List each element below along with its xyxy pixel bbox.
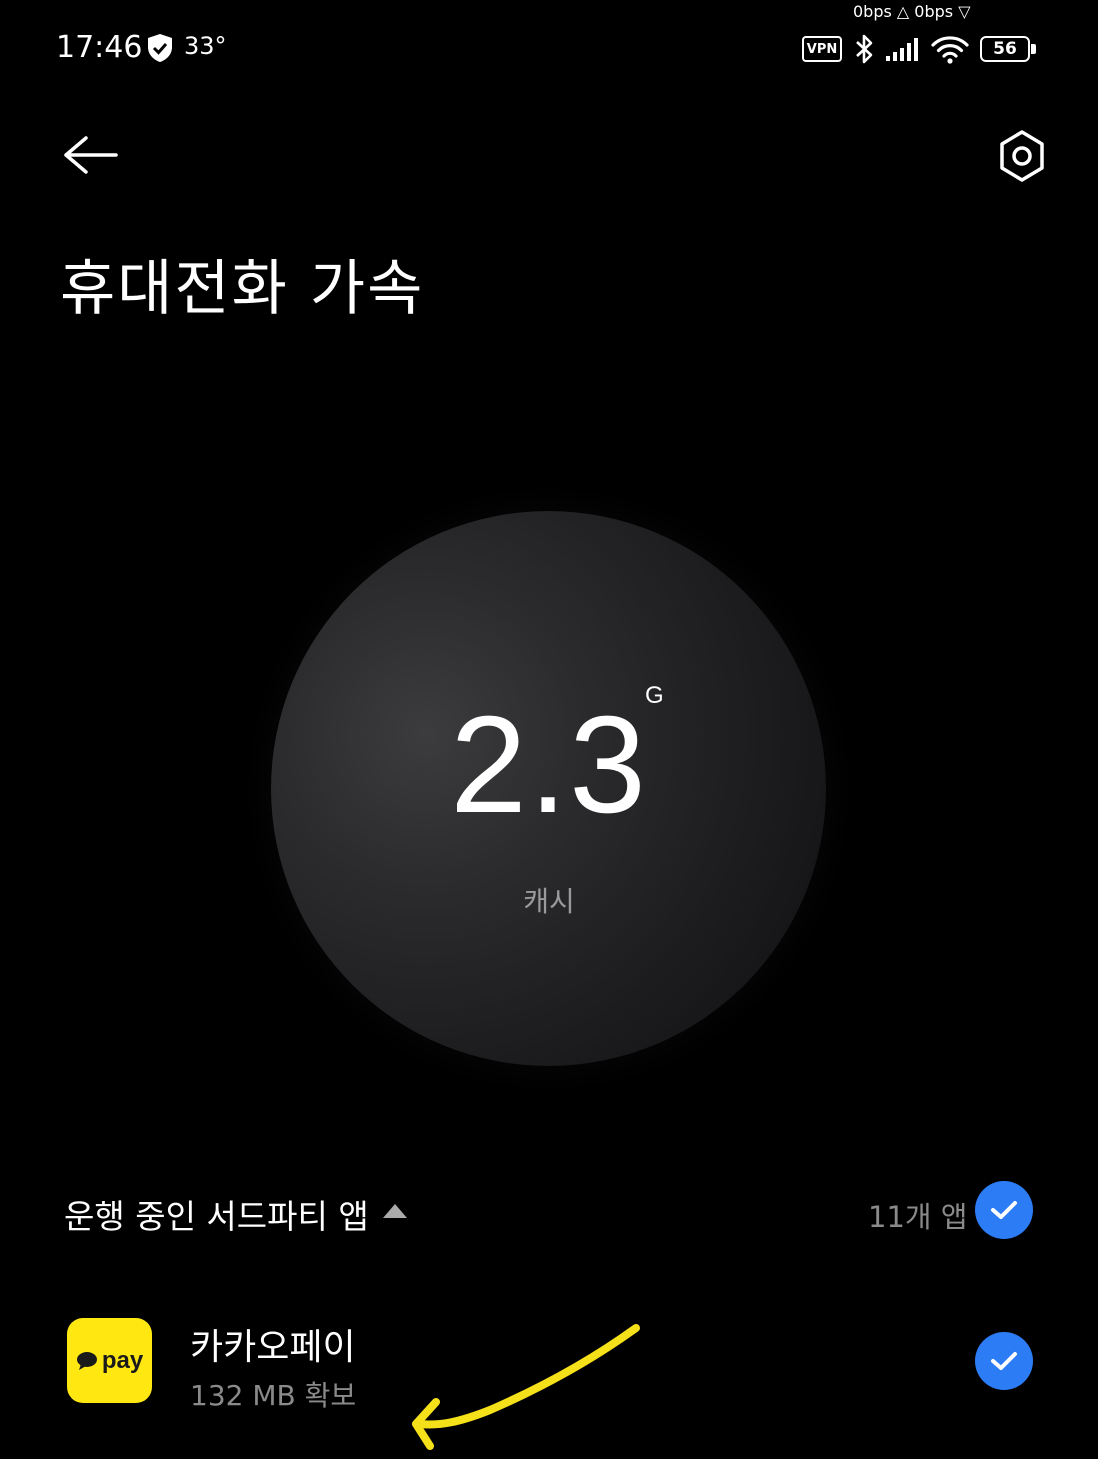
hexagon-settings-icon[interactable]: [994, 128, 1050, 184]
wifi-icon: [931, 36, 969, 64]
select-all-checkbox[interactable]: [975, 1181, 1033, 1239]
arrow-left-icon[interactable]: [60, 130, 124, 180]
checkmark-icon: [991, 1201, 1017, 1219]
app-icon-text: pay: [101, 1346, 144, 1374]
cache-unit: G: [645, 682, 664, 709]
status-time: 17:46: [56, 30, 143, 65]
app-name: 카카오페이: [190, 1327, 356, 1368]
bluetooth-icon: [856, 34, 873, 64]
checkmark-icon: [991, 1352, 1017, 1370]
app-freed-size: 132 MB 확보: [190, 1379, 357, 1412]
shield-check-icon: [148, 34, 172, 62]
battery-level: 56: [993, 39, 1017, 59]
app-checkbox[interactable]: [975, 1332, 1033, 1390]
annotation-arrow: [412, 1324, 640, 1450]
network-speed: 0bps △ 0bps ▽: [853, 2, 971, 21]
cache-value: 2.3: [450, 688, 648, 842]
cache-label: 캐시: [523, 885, 575, 918]
status-temperature: 33°: [184, 32, 227, 60]
caret-up-icon: [382, 1204, 407, 1218]
kakaopay-app-icon: pay: [67, 1318, 152, 1403]
vpn-icon: VPN: [802, 36, 842, 62]
section-title: 운행 중인 서드파티 앱: [64, 1197, 369, 1236]
page-title: 휴대전화 가속: [60, 254, 425, 324]
speech-bubble-icon: [76, 1351, 97, 1370]
app-count: 11개 앱: [868, 1200, 968, 1234]
battery-icon: 56: [980, 36, 1038, 62]
running-apps-section-toggle[interactable]: 운행 중인 서드파티 앱: [64, 1190, 407, 1238]
cell-signal-icon: [886, 38, 918, 61]
